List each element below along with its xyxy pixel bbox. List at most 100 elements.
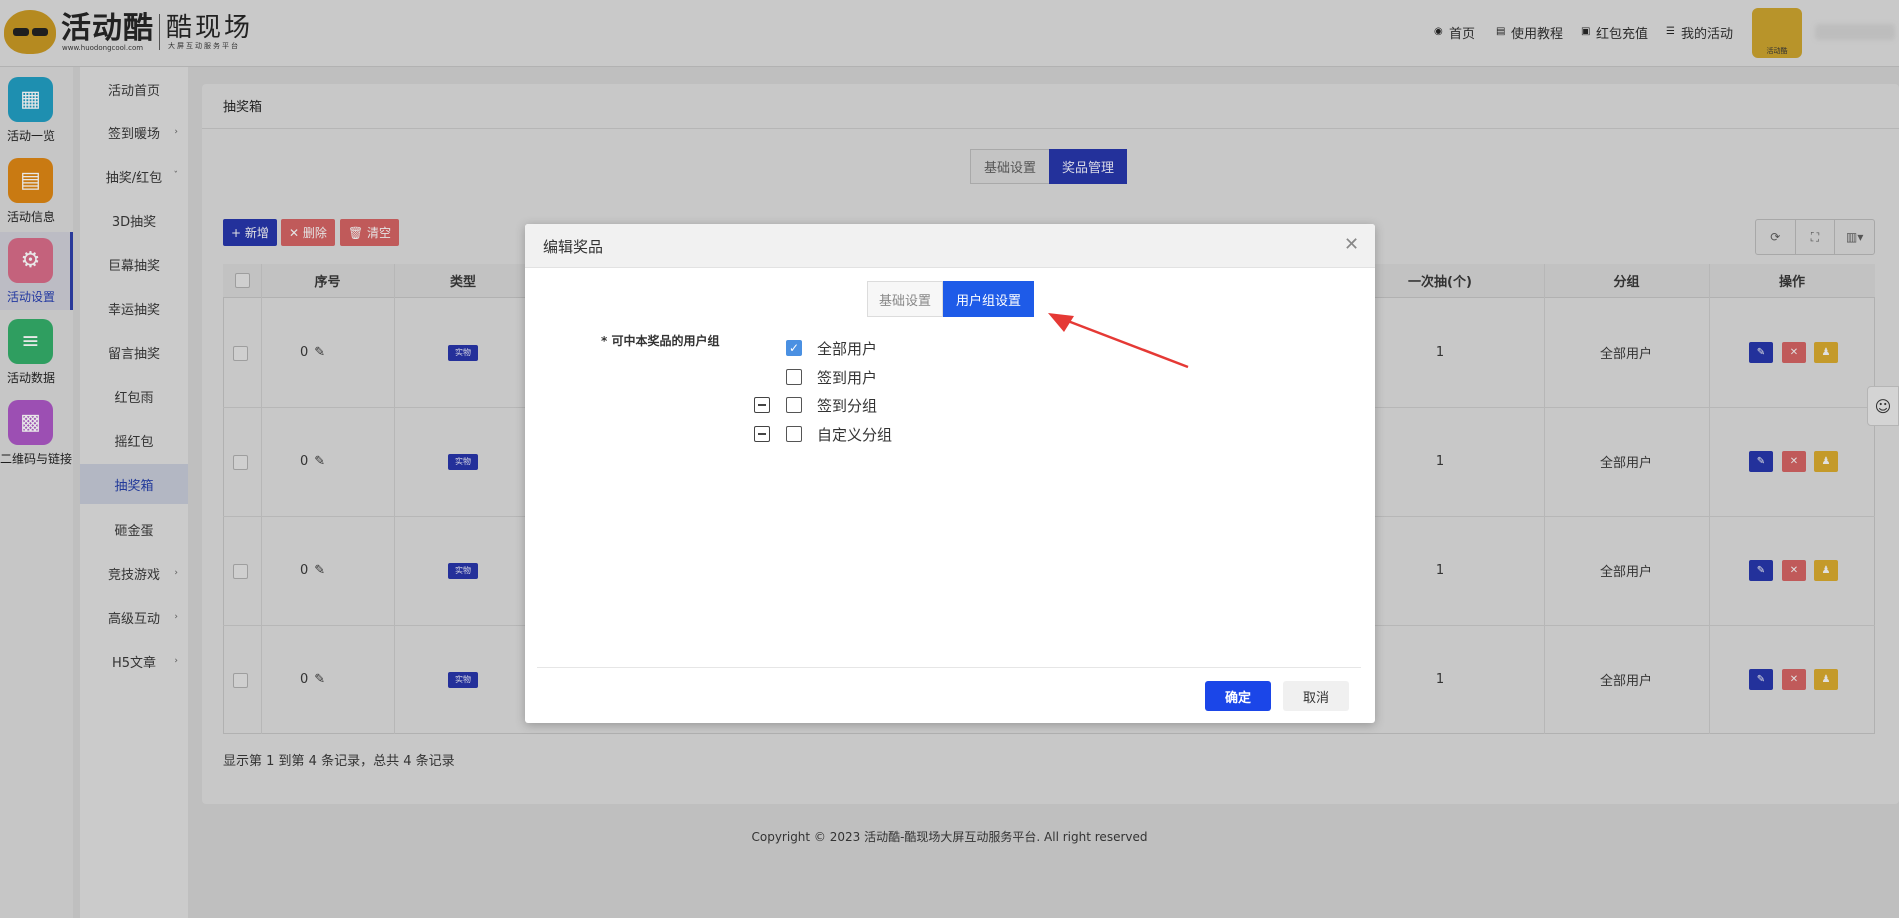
clear-button[interactable]: 🗑 清空: [340, 219, 400, 246]
columns-toggle-icon[interactable]: ▥▾: [1835, 220, 1874, 254]
rail-item-activity-data[interactable]: ≡ 活动数据: [0, 313, 73, 391]
grid-icon: ▦: [8, 77, 53, 122]
modal-tab-user-group-settings[interactable]: 用户组设置: [943, 281, 1034, 317]
tab-prize-management[interactable]: 奖品管理: [1049, 149, 1127, 184]
sidebar-item[interactable]: 抽奖/红包 ˇ: [80, 156, 188, 196]
edit-button[interactable]: ✎: [1749, 668, 1773, 690]
delete-row-button[interactable]: ✕: [1782, 450, 1806, 472]
logo-tagline: 大屏互动服务平台: [168, 42, 240, 50]
row-checkbox[interactable]: [233, 563, 248, 579]
index-value: 0: [300, 672, 309, 687]
chevron-icon: ›: [174, 656, 178, 666]
rail-label: 活动信息: [6, 210, 55, 224]
rail-item-activity-list[interactable]: ▦ 活动一览: [0, 71, 73, 149]
select-all-checkbox[interactable]: [234, 273, 250, 288]
modal-footer-divider: [537, 667, 1361, 668]
sidebar-item-label: 红包雨: [114, 390, 154, 406]
sidebar-item-label: 签到暖场: [107, 126, 160, 142]
table-cell-index: 0 ✎: [300, 343, 325, 363]
nav-my-activity-link[interactable]: ☰ 我的活动: [1666, 22, 1733, 42]
checkbox-signin-group[interactable]: [786, 397, 802, 413]
delete-row-button[interactable]: ✕: [1782, 559, 1806, 581]
option-custom-group-label: 自定义分组: [817, 426, 893, 444]
delete-button[interactable]: ✕ 删除: [281, 219, 335, 246]
sidebar-item[interactable]: 红包雨: [80, 376, 188, 416]
checkbox-signed-users[interactable]: [786, 369, 802, 385]
row-checkbox[interactable]: [233, 345, 248, 361]
user-name-blurred[interactable]: [1815, 24, 1895, 40]
logo-brand-secondary: 酷现场: [166, 13, 254, 43]
cancel-button[interactable]: 取消: [1283, 681, 1349, 711]
checkbox-custom-group[interactable]: [786, 426, 802, 442]
user-button[interactable]: ♟: [1814, 341, 1838, 363]
row-checkbox[interactable]: [233, 454, 248, 470]
modal-title: 编辑奖品: [543, 238, 604, 256]
table-cell-index: 0 ✎: [300, 452, 325, 472]
add-button[interactable]: + 新增: [223, 219, 277, 246]
sidebar-item-label: 抽奖/红包: [105, 170, 163, 186]
column-header-index[interactable]: 序号: [261, 264, 394, 298]
edit-pencil-icon[interactable]: ✎: [314, 345, 325, 360]
edit-button[interactable]: ✎: [1749, 450, 1773, 472]
gear-icon: ⚙: [8, 238, 53, 283]
nav-home-link[interactable]: ◉ 首页: [1434, 22, 1475, 42]
sidebar-item[interactable]: 摇红包: [80, 420, 188, 460]
edit-pencil-icon[interactable]: ✎: [314, 454, 325, 469]
sidebar-item[interactable]: 竞技游戏 ›: [80, 553, 188, 593]
table-cell-count: 1: [1435, 672, 1445, 687]
option-all-users-label: 全部用户: [817, 340, 878, 358]
tab-basic-settings[interactable]: 基础设置: [970, 149, 1050, 184]
user-button[interactable]: ♟: [1814, 668, 1838, 690]
avatar[interactable]: 活动酷: [1752, 8, 1802, 58]
select-all-header: [223, 264, 261, 298]
delete-row-button[interactable]: ✕: [1782, 668, 1806, 690]
qq-support-icon[interactable]: ☺: [1867, 386, 1899, 426]
edit-pencil-icon[interactable]: ✎: [314, 672, 325, 687]
modal-tab-basic-settings[interactable]: 基础设置: [867, 281, 943, 317]
sidebar-item[interactable]: 抽奖箱: [80, 464, 188, 504]
sidebar-item[interactable]: 高级互动 ›: [80, 597, 188, 637]
sidebar-item[interactable]: 签到暖场 ›: [80, 112, 188, 152]
document-icon: ▤: [8, 158, 53, 203]
collapse-signin-group-icon[interactable]: [754, 397, 770, 413]
confirm-button[interactable]: 确定: [1205, 681, 1271, 711]
row-checkbox[interactable]: [233, 672, 248, 688]
nav-tutorial-label: 使用教程: [1511, 26, 1564, 42]
delete-row-button[interactable]: ✕: [1782, 341, 1806, 363]
edit-button[interactable]: ✎: [1749, 341, 1773, 363]
user-button[interactable]: ♟: [1814, 559, 1838, 581]
breadcrumb-divider: [202, 128, 1899, 129]
sidebar-item[interactable]: 留言抽奖: [80, 332, 188, 372]
rail-item-activity-settings[interactable]: ⚙ 活动设置: [0, 232, 73, 310]
table-cell-group: 全部用户: [1599, 456, 1652, 471]
rail-item-activity-info[interactable]: ▤ 活动信息: [0, 152, 73, 230]
option-signin-group-label: 签到分组: [817, 397, 878, 415]
sidebar-item[interactable]: H5文章 ›: [80, 641, 188, 681]
breadcrumb: 抽奖箱: [223, 100, 263, 115]
sidebar-item[interactable]: 幸运抽奖: [80, 288, 188, 328]
collapse-custom-group-icon[interactable]: [754, 426, 770, 442]
sidebar-item-label: 砸金蛋: [114, 523, 154, 539]
column-header-type[interactable]: 类型: [394, 264, 532, 298]
fullscreen-icon[interactable]: ⛶: [1796, 220, 1836, 254]
sidebar-item-label: 3D抽奖: [111, 214, 157, 230]
column-divider: [1709, 264, 1710, 734]
sidebar-item[interactable]: 砸金蛋: [80, 509, 188, 549]
nav-tutorial-link[interactable]: ▤ 使用教程: [1496, 22, 1563, 42]
edit-pencil-icon[interactable]: ✎: [314, 563, 325, 578]
sidebar-item[interactable]: 巨幕抽奖: [80, 244, 188, 284]
rail-item-qrcode[interactable]: ▩ 二维码与链接: [0, 394, 73, 472]
checkbox-all-users[interactable]: ✓: [786, 340, 802, 356]
sidebar-item[interactable]: 3D抽奖: [80, 200, 188, 240]
sidebar-item[interactable]: 活动首页: [80, 69, 188, 109]
sidebar-item-label: 留言抽奖: [107, 346, 160, 362]
table-cell-count: 1: [1435, 454, 1445, 469]
sidebar-item-label: 抽奖箱: [114, 478, 154, 494]
user-button[interactable]: ♟: [1814, 450, 1838, 472]
close-icon[interactable]: ✕: [1344, 235, 1359, 255]
refresh-icon[interactable]: ⟳: [1756, 220, 1796, 254]
index-value: 0: [300, 345, 309, 360]
edit-button[interactable]: ✎: [1749, 559, 1773, 581]
nav-recharge-link[interactable]: ▣ 红包充值: [1581, 22, 1648, 42]
column-header-group[interactable]: 分组: [1544, 264, 1709, 298]
